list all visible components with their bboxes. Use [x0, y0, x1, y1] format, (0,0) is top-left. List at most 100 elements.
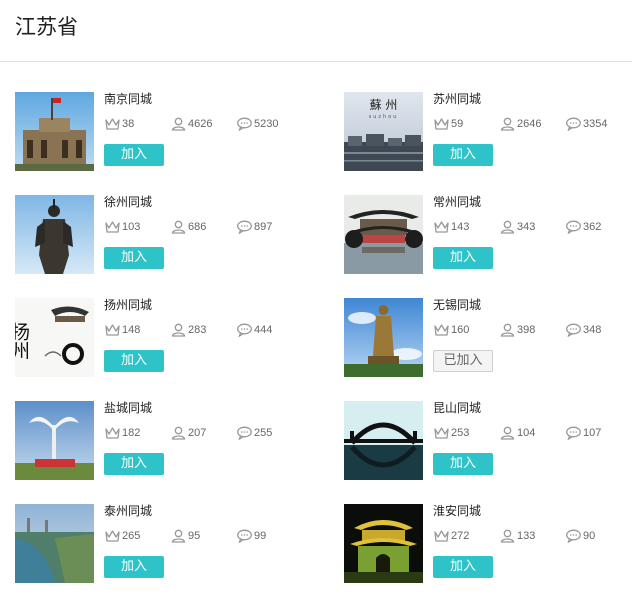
posts-count: 348 [583, 324, 602, 336]
user-icon [499, 117, 516, 131]
crown-count: 182 [122, 427, 141, 439]
members-count: 4626 [188, 118, 213, 130]
members-count: 686 [188, 221, 207, 233]
members-stat: 104 [499, 425, 535, 441]
group-thumbnail-kunshan[interactable] [344, 401, 423, 480]
crown-icon [104, 220, 121, 234]
join-button[interactable]: 加入 [104, 556, 164, 578]
crown-stat: 160 [433, 322, 469, 338]
joined-button[interactable]: 已加入 [433, 350, 493, 372]
join-button[interactable]: 加入 [433, 144, 493, 166]
user-icon [170, 323, 187, 337]
comment-icon [565, 220, 582, 234]
group-name[interactable]: 苏州同城 [433, 92, 481, 106]
posts-stat: 5230 [236, 116, 278, 132]
user-icon [499, 426, 516, 440]
group-thumbnail-wuxi[interactable] [344, 298, 423, 377]
thumbnail-caption: 扬州 [15, 322, 30, 360]
comment-icon [236, 426, 253, 440]
members-stat: 2646 [499, 116, 541, 132]
comment-icon [236, 117, 253, 131]
crown-count: 103 [122, 221, 141, 233]
group-card-huaian: 淮安同城 272 133 90 加入 [344, 504, 632, 586]
group-grid: 南京同城 38 4626 5230 加入 蘇 州 suzhou 苏州同城 59 … [0, 62, 632, 601]
group-name[interactable]: 徐州同城 [104, 195, 152, 209]
members-stat: 398 [499, 322, 535, 338]
join-button[interactable]: 加入 [433, 453, 493, 475]
members-count: 398 [517, 324, 536, 336]
posts-count: 5230 [254, 118, 279, 130]
members-stat: 4626 [170, 116, 212, 132]
page-header: 江苏省 [0, 0, 632, 62]
posts-stat: 348 [565, 322, 601, 338]
crown-icon [104, 426, 121, 440]
members-count: 133 [517, 530, 536, 542]
crown-count: 38 [122, 118, 135, 130]
posts-count: 3354 [583, 118, 608, 130]
user-icon [499, 323, 516, 337]
join-button[interactable]: 加入 [433, 247, 493, 269]
thumbnail-subcaption: suzhou [369, 114, 399, 120]
group-thumbnail-nanjing[interactable] [15, 92, 94, 171]
members-stat: 343 [499, 219, 535, 235]
comment-icon [565, 426, 582, 440]
user-icon [170, 529, 187, 543]
group-thumbnail-taizhou[interactable] [15, 504, 94, 583]
comment-icon [565, 529, 582, 543]
crown-count: 143 [451, 221, 470, 233]
group-name[interactable]: 泰州同城 [104, 504, 152, 518]
group-thumbnail-yangzhou[interactable]: 扬州 [15, 298, 94, 377]
crown-icon [104, 323, 121, 337]
crown-icon [104, 117, 121, 131]
posts-stat: 99 [236, 528, 266, 544]
crown-stat: 272 [433, 528, 469, 544]
members-count: 343 [517, 221, 536, 233]
posts-count: 99 [254, 530, 267, 542]
group-name[interactable]: 淮安同城 [433, 504, 481, 518]
crown-count: 265 [122, 530, 141, 542]
group-thumbnail-yancheng[interactable] [15, 401, 94, 480]
group-name[interactable]: 扬州同城 [104, 298, 152, 312]
user-icon [499, 529, 516, 543]
crown-stat: 265 [104, 528, 140, 544]
crown-count: 160 [451, 324, 470, 336]
posts-count: 444 [254, 324, 273, 336]
thumbnail-caption: 蘇 州 [370, 98, 398, 112]
join-button[interactable]: 加入 [433, 556, 493, 578]
group-thumbnail-suzhou[interactable]: 蘇 州 suzhou [344, 92, 423, 171]
group-card-yancheng: 盐城同城 182 207 255 加入 [15, 401, 315, 483]
group-card-nanjing: 南京同城 38 4626 5230 加入 [15, 92, 315, 174]
join-button[interactable]: 加入 [104, 350, 164, 372]
crown-stat: 59 [433, 116, 463, 132]
crown-icon [433, 426, 450, 440]
group-card-kunshan: 昆山同城 253 104 107 加入 [344, 401, 632, 483]
group-thumbnail-changzhou[interactable] [344, 195, 423, 274]
user-icon [499, 220, 516, 234]
posts-count: 107 [583, 427, 602, 439]
crown-stat: 143 [433, 219, 469, 235]
crown-icon [104, 529, 121, 543]
join-button[interactable]: 加入 [104, 144, 164, 166]
group-thumbnail-huaian[interactable] [344, 504, 423, 583]
group-name[interactable]: 昆山同城 [433, 401, 481, 415]
comment-icon [236, 323, 253, 337]
crown-icon [433, 220, 450, 234]
crown-icon [433, 323, 450, 337]
posts-count: 90 [583, 530, 596, 542]
group-name[interactable]: 常州同城 [433, 195, 481, 209]
group-name[interactable]: 无锡同城 [433, 298, 481, 312]
posts-stat: 444 [236, 322, 272, 338]
join-button[interactable]: 加入 [104, 247, 164, 269]
posts-count: 897 [254, 221, 273, 233]
join-button[interactable]: 加入 [104, 453, 164, 475]
crown-count: 253 [451, 427, 470, 439]
group-thumbnail-xuzhou[interactable] [15, 195, 94, 274]
group-name[interactable]: 南京同城 [104, 92, 152, 106]
members-stat: 686 [170, 219, 206, 235]
crown-count: 59 [451, 118, 464, 130]
crown-count: 272 [451, 530, 470, 542]
members-count: 2646 [517, 118, 542, 130]
group-name[interactable]: 盐城同城 [104, 401, 152, 415]
comment-icon [565, 117, 582, 131]
members-stat: 283 [170, 322, 206, 338]
